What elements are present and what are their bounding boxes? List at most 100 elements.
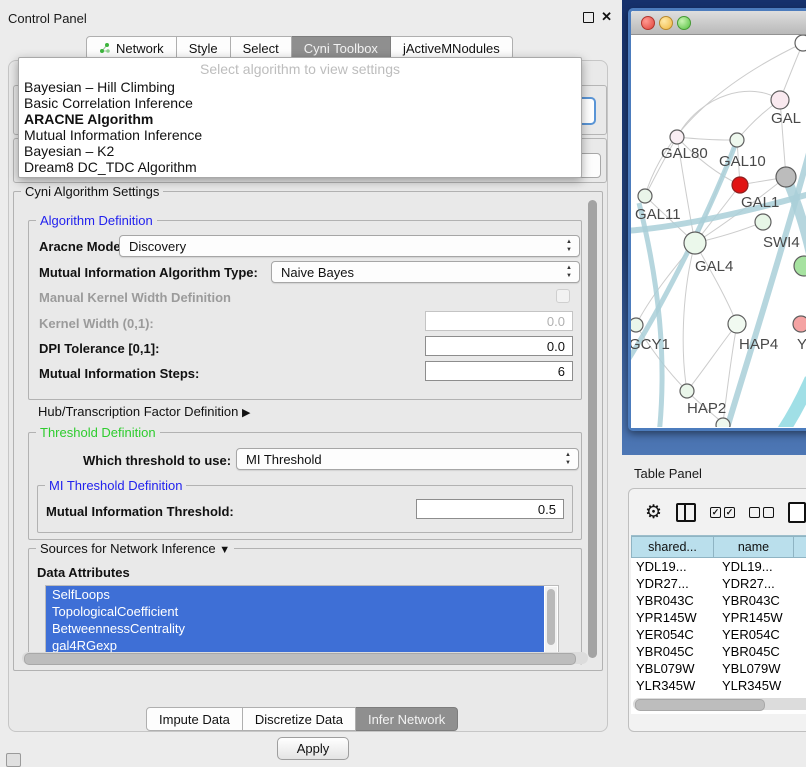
mi-threshold-definition-title: MI Threshold Definition [45,478,186,493]
tab-label: Infer Network [368,712,445,727]
table-cell: YLR345W [717,677,801,694]
tab-label: Network [116,41,164,56]
table-cell: YER054C [631,626,717,643]
column-header[interactable]: name [714,536,794,558]
table-horizontal-scrollbar[interactable] [633,698,806,710]
data-attributes-list[interactable]: SelfLoopsTopologicalCoefficientBetweenne… [45,585,559,659]
tab-infer-network[interactable]: Infer Network [356,707,458,731]
mi-steps-field[interactable]: 6 [425,361,573,381]
network-view-window[interactable]: GALGAL80GAL10GAL1GAL11SWI4GAL4GCY1HAP4YH… [628,8,806,431]
aracne-mode-combobox[interactable]: Discovery ▲▼ [119,235,580,257]
mi-type-label: Mutual Information Algorithm Type: [39,265,258,280]
table-cell: 9. [801,643,806,660]
window-titlebar[interactable] [631,11,806,35]
stepper-arrows-icon: ▲▼ [565,451,571,467]
stepper-arrows-icon: ▲▼ [566,238,572,254]
column-header[interactable]: A [794,536,806,558]
table-cell: YBR043C [631,592,717,609]
float-panel-icon[interactable] [583,12,594,23]
svg-text:GAL1: GAL1 [741,194,779,211]
gear-icon[interactable]: ⚙ [645,503,662,522]
network-canvas[interactable]: GALGAL80GAL10GAL1GAL11SWI4GAL4GCY1HAP4YH… [631,35,806,428]
table-row[interactable]: YBL079WYBL079W [631,660,806,677]
table-cell: YDL19... [717,558,801,575]
apply-button[interactable]: Apply [277,737,349,760]
tab-label: jActiveMNodules [403,41,500,56]
data-attribute-item[interactable]: BetweennessCentrality [46,620,544,637]
kernel-width-field[interactable]: 0.0 [425,311,573,331]
table-body: YDL19...YDL19...13YDR27...YDR27...12YBR0… [631,558,806,695]
dropdown-item[interactable]: Bayesian – Hill Climbing [19,79,581,95]
table-toolbar: ⚙ ✓✓ [629,489,806,535]
expander-down-arrow-icon[interactable]: ▼ [219,544,230,556]
table-cell: YBL079W [631,660,717,677]
bottom-tab-bar: Impute Data Discretize Data Infer Network [146,707,458,731]
data-attribute-item[interactable]: SelfLoops [46,586,544,603]
svg-text:GAL10: GAL10 [719,153,766,170]
table-cell: 12 [801,575,806,592]
close-window-icon[interactable] [641,16,655,30]
close-panel-icon[interactable]: ✕ [601,9,612,25]
aracne-mode-value: Discovery [129,239,186,254]
network-desktop: GALGAL80GAL10GAL1GAL11SWI4GAL4GCY1HAP4YH… [622,0,806,455]
columns-icon[interactable] [676,503,696,522]
dropdown-item[interactable]: Mutual Information Inference [19,127,581,143]
table-row[interactable]: YPR145WYPR145W9. [631,609,806,626]
table-cell [801,592,806,609]
hide-columns-icon[interactable] [749,507,774,518]
dropdown-item[interactable]: ARACNE Algorithm [19,111,581,127]
table-row[interactable]: YBR043CYBR043C [631,592,806,609]
sources-group: Sources for Network Inference ▼ Data Att… [28,548,582,665]
control-panel-title: Control Panel [8,11,87,26]
minimize-window-icon[interactable] [659,16,673,30]
dropdown-item[interactable]: Bayesian – K2 [19,143,581,159]
table-header-row[interactable]: shared...nameA [631,536,806,558]
svg-text:GCY1: GCY1 [631,336,670,353]
list-vertical-scrollbar[interactable] [545,587,557,657]
which-threshold-label: Which threshold to use: [83,453,231,468]
table-row[interactable]: YDR27...YDR27...12 [631,575,806,592]
table-cell: YBR045C [717,643,801,660]
tab-label: Discretize Data [255,712,343,727]
column-header[interactable]: shared... [631,536,714,558]
table-row[interactable]: YBR045CYBR045C9. [631,643,806,660]
sources-group-title: Sources for Network Inference ▼ [36,541,234,556]
table-row[interactable]: YIL053CYIL053C9 [631,694,806,695]
dropdown-items: Bayesian – Hill ClimbingBasic Correlatio… [19,79,581,175]
stepper-arrows-icon: ▲▼ [566,264,572,280]
mi-type-value: Naive Bayes [281,265,354,280]
mi-steps-label: Mutual Information Steps: [39,366,199,381]
data-attributes-label: Data Attributes [37,565,130,580]
mi-type-combobox[interactable]: Naive Bayes ▲▼ [271,261,580,283]
tab-discretize-data[interactable]: Discretize Data [243,707,356,731]
manual-kernel-checkbox[interactable] [556,289,570,303]
which-threshold-combobox[interactable]: MI Threshold ▲▼ [236,448,579,470]
settings-horizontal-scrollbar[interactable] [22,652,588,664]
table-row[interactable]: YDL19...YDL19...13 [631,558,806,575]
settings-vertical-scrollbar[interactable] [588,200,597,658]
threshold-definition-group: Threshold Definition Which threshold to … [28,432,582,540]
table-row[interactable]: YLR345WYLR345W9. [631,677,806,694]
tab-impute-data[interactable]: Impute Data [146,707,243,731]
table-row[interactable]: YER054CYER054C8. [631,626,806,643]
dropdown-item[interactable]: Dream8 DC_TDC Algorithm [19,159,581,175]
table-cell: YIL053C [631,694,717,695]
zoom-window-icon[interactable] [677,16,691,30]
table-cell: YIL053C [717,694,801,695]
table-cell: YPR145W [631,609,717,626]
dropdown-item[interactable]: Basic Correlation Inference [19,95,581,111]
show-columns-icon[interactable]: ✓✓ [710,507,735,518]
manual-kernel-label: Manual Kernel Width Definition [39,290,231,305]
table-cell: YBR045C [631,643,717,660]
mi-threshold-field[interactable]: 0.5 [416,499,564,519]
hub-definition-expander[interactable]: Hub/Transcription Factor Definition ▶ [38,404,250,419]
settings-group-title: Cyni Algorithm Settings [21,184,163,199]
control-panel: Control Panel ✕ NetworkStyleSelectCyni T… [0,0,616,762]
node-table[interactable]: shared...nameA YDL19...YDL19...13YDR27..… [631,535,806,714]
dpi-tolerance-field[interactable]: 0.0 [425,336,573,356]
threshold-definition-title: Threshold Definition [36,425,160,440]
export-table-icon[interactable] [788,502,806,523]
minimized-panel-icon[interactable] [6,753,21,767]
table-cell: 9. [801,609,806,626]
data-attribute-item[interactable]: TopologicalCoefficient [46,603,544,620]
